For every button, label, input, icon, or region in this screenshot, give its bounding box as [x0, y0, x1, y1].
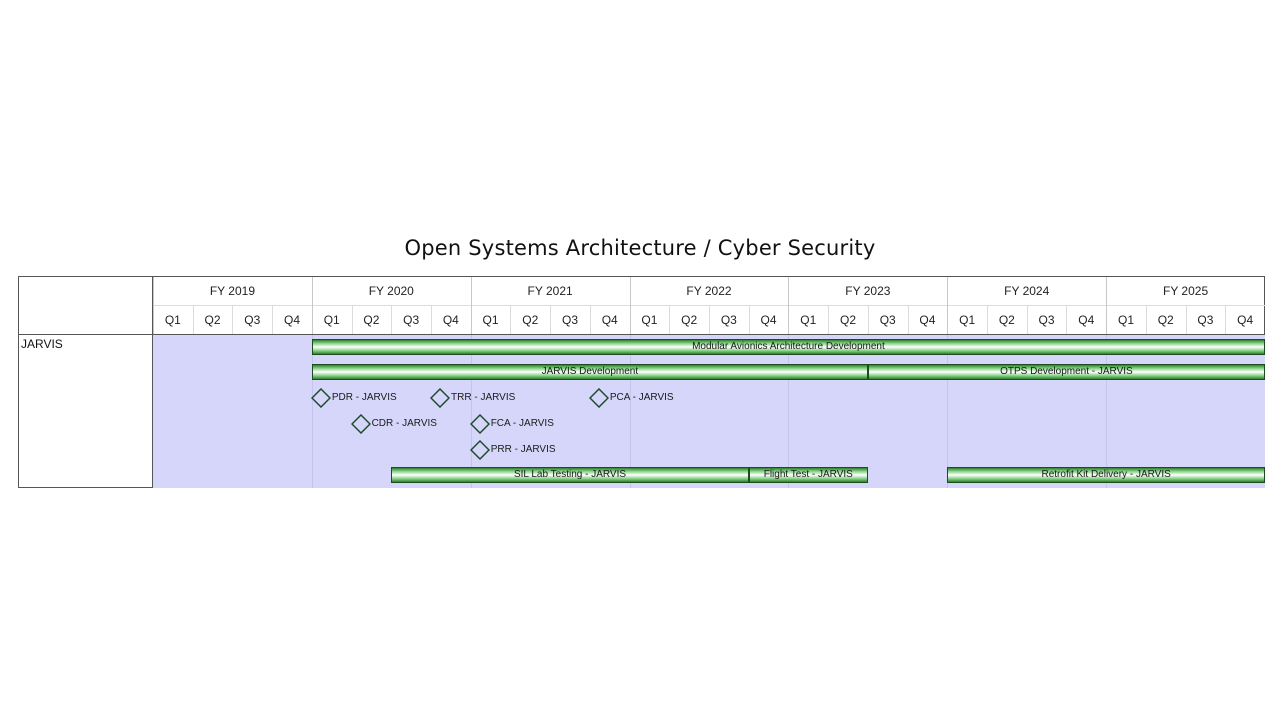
quarter-header: Q4: [283, 313, 300, 327]
quarter-header: Q3: [403, 313, 420, 327]
quarter-header: Q1: [164, 313, 181, 327]
quarter-header: Q2: [839, 313, 856, 327]
task-bar: SIL Lab Testing - JARVIS: [391, 467, 749, 483]
milestone-diamond-icon: [469, 440, 490, 460]
year-header: FY 2025: [1162, 284, 1209, 298]
year-header: FY 2024: [1004, 284, 1050, 298]
quarter-separator: [987, 306, 988, 334]
milestone-diamond-icon: [469, 414, 490, 434]
chart-title: Open Systems Architecture / Cyber Securi…: [404, 236, 876, 260]
task-bar: Modular Avionics Architecture Developmen…: [311, 339, 1265, 355]
quarter-header: Q3: [879, 313, 896, 327]
quarter-header: Q3: [720, 313, 737, 327]
quarter-header: Q4: [760, 313, 777, 327]
milestone-label: CDR - JARVIS: [371, 418, 437, 429]
quarter-separator: [1145, 306, 1147, 334]
plot-year-separator: [311, 335, 313, 488]
quarter-separator: [550, 306, 552, 334]
quarter-header: Q2: [998, 313, 1015, 327]
quarter-header: Q2: [681, 313, 698, 327]
quarter-header: Q4: [1078, 313, 1095, 327]
row-label-column: [18, 276, 153, 488]
row-label-jarvis: JARVIS: [21, 337, 63, 351]
quarter-header: Q1: [641, 313, 658, 327]
quarter-header: Q2: [363, 313, 380, 327]
quarter-separator: [709, 306, 710, 334]
quarter-separator: [1185, 306, 1187, 334]
quarter-header: Q1: [959, 313, 976, 327]
quarter-header: Q1: [800, 313, 817, 327]
milestone-label: PRR - JARVIS: [490, 444, 556, 455]
quarter-header: Q3: [1038, 313, 1055, 327]
quarter-header: Q4: [919, 313, 936, 327]
quarter-header: Q2: [1157, 313, 1174, 327]
quarter-header: Q1: [482, 313, 499, 327]
quarter-header: Q2: [522, 313, 539, 327]
quarter-header: Q1: [1117, 313, 1134, 327]
task-bar: Retrofit Kit Delivery - JARVIS: [947, 467, 1265, 483]
quarter-header: Q3: [244, 313, 261, 327]
plot-year-separator: [788, 335, 790, 488]
quarter-separator: [867, 306, 869, 334]
quarter-separator: [1225, 306, 1227, 334]
quarter-separator: [510, 306, 512, 334]
year-header: FY 2022: [686, 284, 732, 298]
milestone-diamond-icon: [430, 388, 450, 408]
year-header: FY 2019: [209, 284, 255, 298]
quarter-separator: [907, 306, 909, 334]
quarter-header: Q1: [323, 313, 340, 327]
milestone-label: TRR - JARVIS: [451, 392, 516, 403]
year-header: FY 2020: [368, 284, 414, 298]
quarter-header: Q3: [1197, 313, 1214, 327]
plot-year-separator: [947, 335, 949, 488]
quarter-header: Q4: [442, 313, 459, 327]
quarter-separator: [828, 306, 830, 334]
year-header: FY 2021: [527, 284, 573, 298]
quarter-separator: [192, 306, 194, 334]
plot-year-separator: [1106, 335, 1108, 488]
quarter-header: Q3: [561, 313, 578, 327]
task-bar: Flight Test - JARVIS: [748, 467, 868, 483]
quarter-header: Q4: [1237, 313, 1254, 327]
quarter-header: Q2: [204, 313, 221, 327]
milestone-label: PDR - JARVIS: [331, 392, 397, 403]
quarter-separator: [272, 306, 274, 334]
quarter-separator: [232, 306, 234, 334]
task-bar: JARVIS Development: [311, 364, 868, 380]
quarter-separator: [1066, 306, 1068, 334]
quarter-header: Q4: [601, 313, 618, 327]
milestone-diamond-icon: [350, 414, 371, 434]
plot-year-separator: [470, 335, 472, 488]
plot-year-separator: [629, 335, 631, 488]
quarter-separator: [1026, 306, 1028, 334]
quarter-separator: [431, 306, 432, 334]
year-header: FY 2023: [845, 284, 891, 298]
quarter-separator: [391, 306, 393, 334]
quarter-separator: [669, 306, 671, 334]
quarter-separator: [351, 306, 353, 334]
quarter-separator: [748, 306, 750, 334]
quarter-separator: [589, 306, 591, 334]
milestone-diamond-icon: [588, 388, 609, 408]
milestone-diamond-icon: [310, 388, 331, 408]
task-bar: OTPS Development - JARVIS: [867, 364, 1265, 380]
milestone-label: FCA - JARVIS: [490, 418, 554, 429]
milestone-label: PCA - JARVIS: [609, 392, 674, 403]
timeline-plot-area: [153, 335, 1265, 488]
header-divider: [18, 334, 1265, 335]
